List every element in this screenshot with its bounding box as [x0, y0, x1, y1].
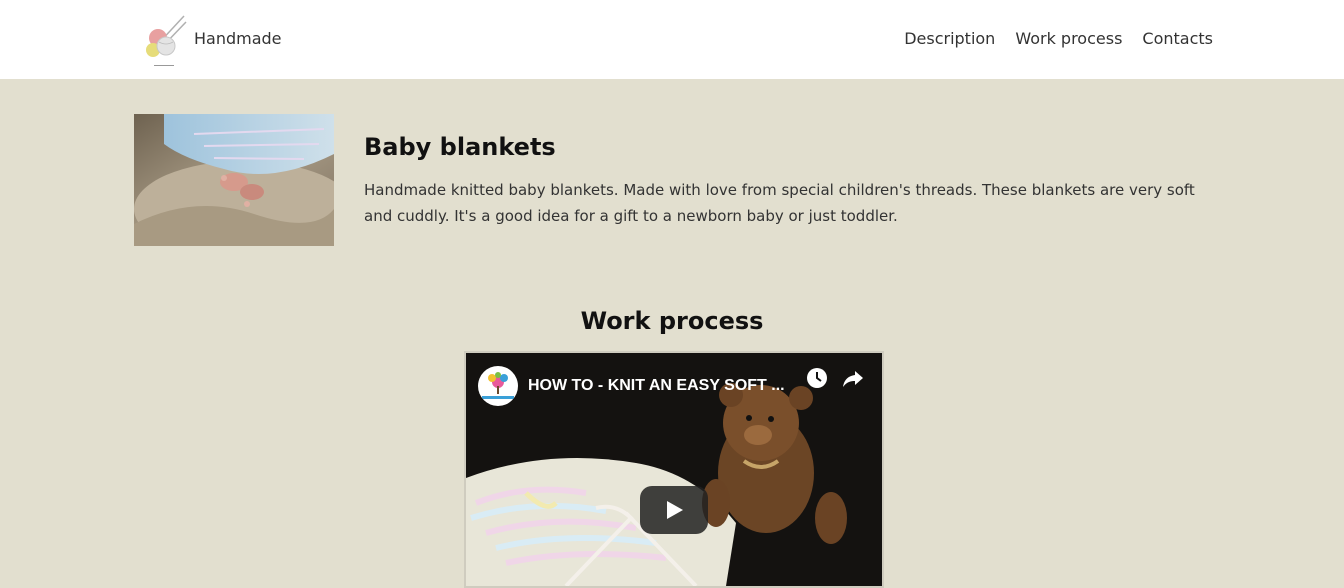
share-arrow-icon[interactable] — [841, 366, 865, 390]
video-player[interactable]: HOW TO - KNIT AN EASY SOFT ... — [464, 351, 884, 588]
product-title: Baby blankets — [364, 133, 556, 161]
product-description: Handmade knitted baby blankets. Made wit… — [364, 181, 1195, 225]
yarn-balls-logo-icon[interactable] — [144, 14, 188, 68]
play-icon[interactable] — [640, 486, 708, 534]
nav-link-description[interactable]: Description — [904, 29, 995, 49]
nav-link-work-process[interactable]: Work process — [1015, 29, 1122, 49]
clock-icon[interactable] — [805, 366, 829, 390]
baby-blanket-photo — [134, 114, 334, 246]
channel-tree-icon[interactable] — [478, 366, 518, 406]
nav-link-contacts[interactable]: Contacts — [1142, 29, 1213, 49]
main-nav: Description Work process Contacts — [904, 29, 1213, 49]
work-process-title: Work process — [580, 307, 764, 335]
video-title[interactable]: HOW TO - KNIT AN EASY SOFT ... — [528, 376, 803, 396]
site-header: Handmade Description Work process Contac… — [0, 0, 1344, 79]
brand-name[interactable]: Handmade — [194, 29, 282, 49]
